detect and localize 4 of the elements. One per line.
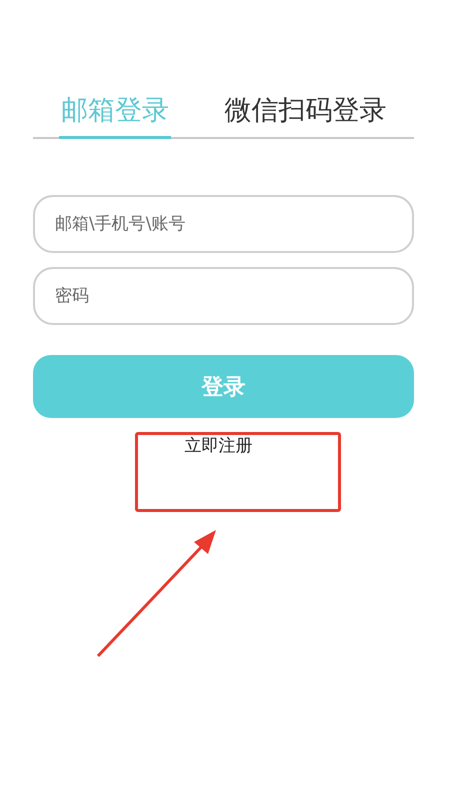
input-field[interactable]: 邮箱\手机号\账号	[33, 195, 414, 253]
register-link[interactable]: 立即注册	[184, 434, 252, 457]
login-tab[interactable]: 微信扫码登录	[222, 88, 388, 139]
input-field[interactable]: 密码	[33, 267, 414, 325]
